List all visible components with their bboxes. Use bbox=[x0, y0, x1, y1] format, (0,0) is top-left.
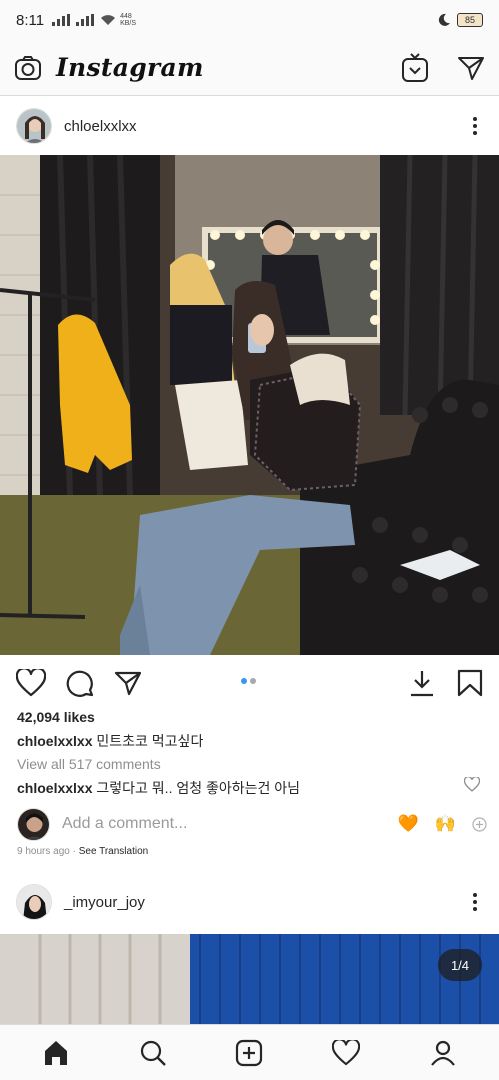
wifi-icon bbox=[101, 15, 116, 25]
signal-icon-2 bbox=[76, 14, 95, 26]
post-actions bbox=[0, 660, 499, 706]
add-comment-input[interactable]: Add a comment... bbox=[62, 815, 187, 833]
view-all-comments-link[interactable]: View all 517 comments bbox=[17, 756, 161, 772]
post-timestamp: 9 hours ago · See Translation bbox=[17, 846, 149, 857]
camera-icon[interactable] bbox=[14, 55, 42, 81]
comment-like-heart-icon[interactable] bbox=[464, 777, 480, 792]
my-avatar bbox=[17, 807, 50, 841]
carousel-dot bbox=[241, 678, 247, 684]
download-icon[interactable] bbox=[409, 669, 435, 697]
comment-username[interactable]: chloelxxlxx bbox=[17, 780, 93, 796]
likes-count[interactable]: 42,094 likes bbox=[17, 709, 95, 725]
avatar-2[interactable] bbox=[16, 884, 52, 920]
post-username[interactable]: chloelxxlxx bbox=[64, 118, 137, 135]
igtv-icon[interactable] bbox=[401, 52, 429, 83]
status-bar: 8:11 448 KB/S 85 bbox=[0, 0, 499, 40]
caption-username[interactable]: chloelxxlxx bbox=[17, 733, 93, 749]
moon-icon bbox=[438, 13, 450, 26]
carousel-counter: 1/4 bbox=[438, 949, 482, 981]
comment-icon[interactable] bbox=[66, 669, 94, 697]
new-post-icon[interactable] bbox=[227, 1031, 271, 1075]
bottom-nav bbox=[0, 1024, 499, 1080]
direct-message-icon[interactable] bbox=[457, 55, 485, 81]
quick-emoji-raised-hands[interactable]: 🙌 bbox=[435, 814, 456, 834]
post-image-2[interactable] bbox=[0, 934, 499, 1024]
search-icon[interactable] bbox=[131, 1031, 175, 1075]
top-nav: Instagram bbox=[0, 40, 499, 96]
signal-icon bbox=[52, 14, 71, 26]
more-options-icon-2[interactable] bbox=[467, 893, 483, 911]
post-username-2[interactable]: _imyour_joy bbox=[64, 894, 145, 911]
post-header-2: _imyour_joy bbox=[0, 872, 499, 932]
net-speed: 448 KB/S bbox=[120, 13, 137, 27]
home-icon[interactable] bbox=[34, 1031, 78, 1075]
activity-heart-icon[interactable] bbox=[324, 1031, 368, 1075]
see-translation-link[interactable]: See Translation bbox=[79, 846, 149, 857]
status-time: 8:11 bbox=[16, 11, 45, 29]
battery-indicator: 85 bbox=[457, 13, 483, 27]
comment: chloelxxlxx 그렇다고 뭐.. 엄청 좋아하는건 아님 bbox=[17, 778, 457, 798]
post-caption: chloelxxlxx 민트초코 먹고싶다 bbox=[17, 731, 203, 751]
comment-text: 그렇다고 뭐.. 엄청 좋아하는건 아님 bbox=[96, 780, 301, 796]
carousel-dot bbox=[250, 678, 256, 684]
post-image[interactable] bbox=[0, 155, 499, 655]
like-heart-icon[interactable] bbox=[16, 669, 46, 697]
post-header: chloelxxlxx bbox=[0, 96, 499, 156]
bookmark-icon[interactable] bbox=[457, 669, 483, 697]
caption-text: 민트초코 먹고싶다 bbox=[96, 733, 204, 749]
carousel-indicator bbox=[241, 678, 256, 684]
profile-icon[interactable] bbox=[421, 1031, 465, 1075]
share-icon[interactable] bbox=[114, 670, 142, 696]
instagram-logo: Instagram bbox=[56, 53, 204, 82]
avatar[interactable] bbox=[16, 108, 52, 144]
quick-emoji-heart[interactable]: 🧡 bbox=[398, 814, 419, 834]
add-comment-row: Add a comment... 🧡 🙌 bbox=[17, 806, 487, 842]
more-options-icon[interactable] bbox=[467, 117, 483, 135]
add-emoji-icon[interactable] bbox=[472, 816, 487, 832]
